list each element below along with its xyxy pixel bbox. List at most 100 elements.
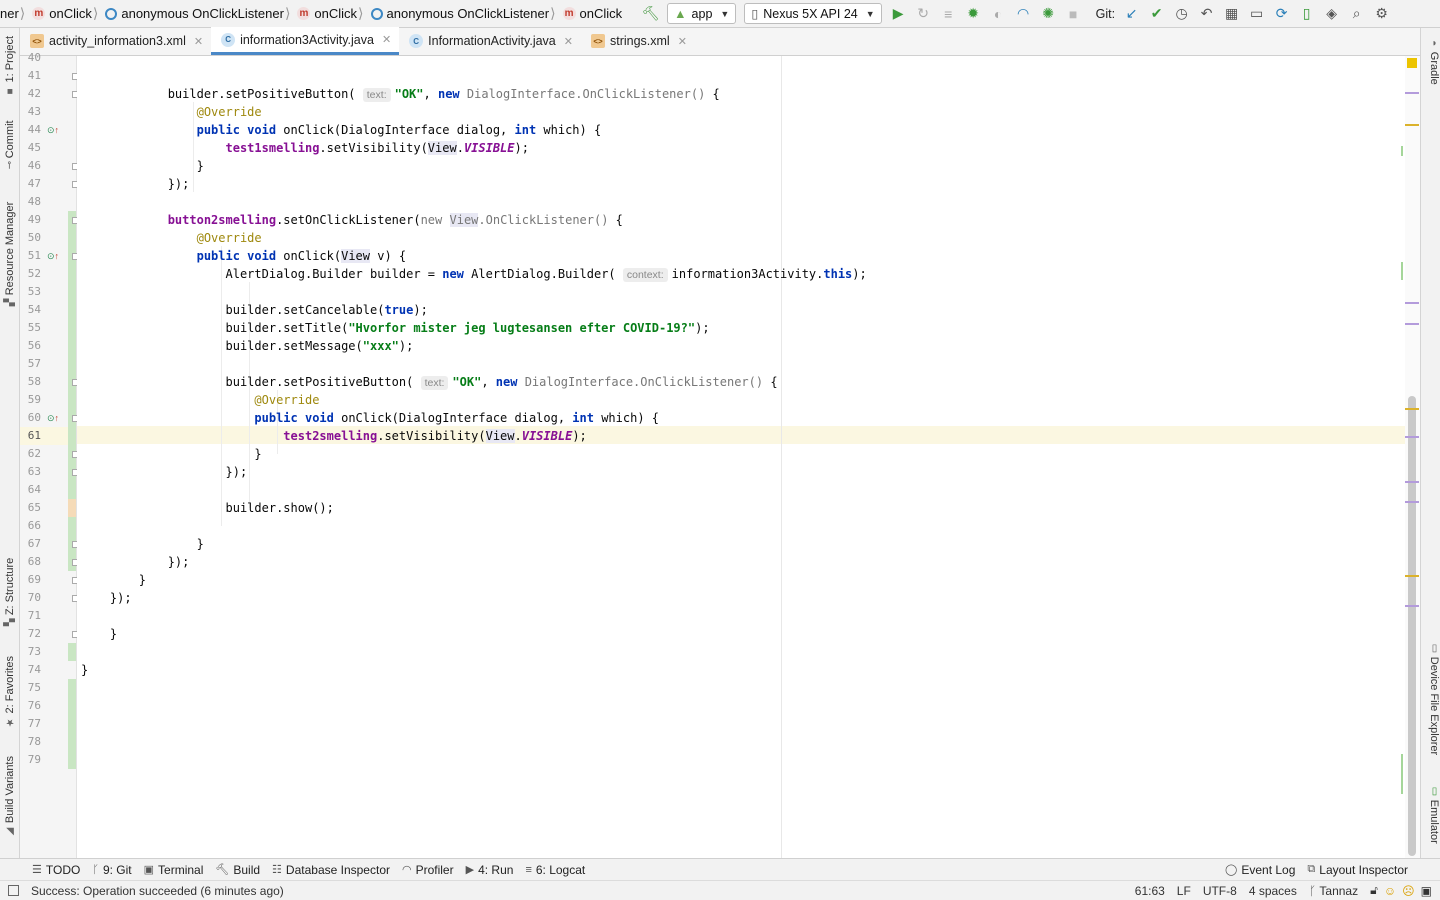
vcs-added-marker[interactable] (68, 679, 76, 697)
code-line[interactable]: }); (81, 463, 247, 481)
tool-commit[interactable]: ⊸ Commit (2, 120, 18, 172)
line-number[interactable]: 58 (20, 373, 41, 391)
line-number[interactable]: 60 (20, 409, 41, 427)
caret-position[interactable]: 61:63 (1135, 884, 1165, 898)
line-number[interactable]: 49 (20, 211, 41, 229)
code-line[interactable]: @Override (81, 391, 319, 409)
code-line[interactable]: button2smelling.setOnClickListener(new V… (81, 211, 623, 229)
vcs-modified-marker[interactable] (68, 499, 76, 517)
breadcrumb-item[interactable]: m onClick (291, 0, 357, 27)
tool-tab-4-run[interactable]: ▶ 4: Run (466, 863, 514, 877)
line-number[interactable]: 46 (20, 157, 41, 175)
git-update-icon[interactable]: ↙ (1121, 3, 1143, 25)
code-line[interactable]: } (81, 661, 88, 679)
line-number[interactable]: 44 (20, 121, 41, 139)
vcs-added-marker[interactable] (68, 751, 76, 769)
code-line[interactable]: public void onClick(DialogInterface dial… (81, 409, 659, 427)
tool-tab-terminal[interactable]: ▣ Terminal (144, 863, 204, 877)
tool-tab-event-log[interactable]: ◯ Event Log (1225, 863, 1295, 877)
line-number[interactable]: 71 (20, 607, 41, 625)
attach-debugger-icon[interactable]: ◐ (987, 3, 1009, 25)
happy-face-icon[interactable]: ☺ (1384, 884, 1396, 898)
sdk-manager-icon[interactable]: ▭ (1246, 3, 1268, 25)
line-number[interactable]: 43 (20, 103, 41, 121)
line-number[interactable]: 77 (20, 715, 41, 733)
tool-tab-todo[interactable]: ☰ TODO (32, 863, 80, 877)
tool-resource-manager[interactable]: ▞ Resource Manager (2, 202, 18, 309)
device-selector[interactable]: ▯ Nexus 5X API 24 ▼ (744, 3, 882, 24)
code-line[interactable]: }); (81, 589, 132, 607)
line-number[interactable]: 53 (20, 283, 41, 301)
line-number[interactable]: 54 (20, 301, 41, 319)
code-line[interactable]: public void onClick(DialogInterface dial… (81, 121, 602, 139)
search-icon[interactable]: ⌕ (1346, 3, 1368, 25)
override-method-icon[interactable]: ⊙↑ (47, 247, 59, 265)
module-selector[interactable]: ▲ app ▼ (667, 3, 737, 24)
line-number[interactable]: 73 (20, 643, 41, 661)
line-number[interactable]: 74 (20, 661, 41, 679)
line-number[interactable]: 78 (20, 733, 41, 751)
code-line[interactable]: @Override (81, 103, 262, 121)
resource-icon[interactable]: ◈ (1321, 3, 1343, 25)
tool-device-file-explorer[interactable]: ▯ Device File Explorer (1424, 643, 1440, 755)
close-icon[interactable]: ✕ (382, 33, 391, 46)
tool-gradle[interactable]: ◗ Gradle (1424, 38, 1440, 85)
code-line[interactable]: test2smelling.setVisibility(View.VISIBLE… (81, 427, 587, 445)
code-line[interactable]: builder.setPositiveButton( text: "OK", ne… (81, 85, 720, 103)
line-number[interactable]: 55 (20, 319, 41, 337)
code-line[interactable]: builder.show(); (81, 499, 333, 517)
code-line[interactable]: builder.setPositiveButton( text: "OK", ne… (81, 373, 778, 391)
line-number[interactable]: 56 (20, 337, 41, 355)
line-number[interactable]: 65 (20, 499, 41, 517)
vcs-added-marker[interactable] (68, 427, 76, 445)
code-line[interactable]: test1smelling.setVisibility(View.VISIBLE… (81, 139, 529, 157)
line-number[interactable]: 41 (20, 67, 41, 85)
sync-gradle-icon[interactable]: ⟳ (1271, 3, 1293, 25)
breadcrumb-item[interactable]: anonymous OnClickListener (365, 0, 549, 27)
vcs-added-marker[interactable] (68, 643, 76, 661)
vcs-added-marker[interactable] (68, 733, 76, 751)
line-number[interactable]: 68 (20, 553, 41, 571)
breadcrumb-item[interactable]: anonymous OnClickListener (99, 0, 284, 27)
run-icon[interactable]: ▶ (887, 3, 909, 25)
breadcrumb-item[interactable]: ner (0, 0, 19, 27)
lock-icon[interactable]: 🔓︎ (1370, 883, 1378, 898)
code-line[interactable]: builder.setTitle("Hvorfor mister jeg lug… (81, 319, 709, 337)
vcs-added-marker[interactable] (68, 391, 76, 409)
tool-tab-build[interactable]: 🔨︎ Build (215, 863, 260, 877)
tool-tab-9-git[interactable]: ᚴ 9: Git (92, 863, 131, 877)
line-number[interactable]: 48 (20, 193, 41, 211)
line-number[interactable]: 52 (20, 265, 41, 283)
line-number[interactable]: 50 (20, 229, 41, 247)
vcs-added-marker[interactable] (68, 301, 76, 319)
file-encoding[interactable]: UTF-8 (1203, 884, 1237, 898)
code-line[interactable]: } (81, 445, 261, 463)
tool-emulator[interactable]: ▯ Emulator (1424, 786, 1440, 844)
code-line[interactable]: @Override (81, 229, 262, 247)
line-number[interactable]: 66 (20, 517, 41, 535)
line-number[interactable]: 75 (20, 679, 41, 697)
tool-structure[interactable]: ▚ Z: Structure (2, 558, 18, 629)
git-commit-icon[interactable]: ✔ (1146, 3, 1168, 25)
vcs-added-marker[interactable] (68, 481, 76, 499)
rollback-icon[interactable]: ↶ (1196, 3, 1218, 25)
tool-tab-database-inspector[interactable]: ☷ Database Inspector (272, 863, 390, 877)
tab-informationactivity-java[interactable]: C InformationActivity.java ✕ (399, 27, 581, 55)
breadcrumb-item[interactable]: m onClick (557, 0, 622, 27)
apply-code-changes-icon[interactable]: ≡ (937, 3, 959, 25)
indent-setting[interactable]: 4 spaces (1249, 884, 1297, 898)
line-number[interactable]: 57 (20, 355, 41, 373)
scrollbar-thumb[interactable] (1408, 396, 1416, 856)
tool-tab-layout-inspector[interactable]: ⧉ Layout Inspector (1307, 863, 1408, 877)
debug-icon[interactable]: ✹ (962, 3, 984, 25)
vcs-added-marker[interactable] (68, 229, 76, 247)
line-number[interactable]: 69 (20, 571, 41, 589)
tab-activity-information3-xml[interactable]: <> activity_information3.xml ✕ (20, 27, 211, 55)
apply-changes-icon[interactable]: ↻ (912, 3, 934, 25)
line-number[interactable]: 51 (20, 247, 41, 265)
stop-icon[interactable]: ■ (1062, 3, 1084, 25)
close-icon[interactable]: ✕ (194, 35, 203, 48)
tool-tab-profiler[interactable]: ◠ Profiler (402, 863, 454, 877)
line-number[interactable]: 76 (20, 697, 41, 715)
line-separator[interactable]: LF (1177, 884, 1191, 898)
